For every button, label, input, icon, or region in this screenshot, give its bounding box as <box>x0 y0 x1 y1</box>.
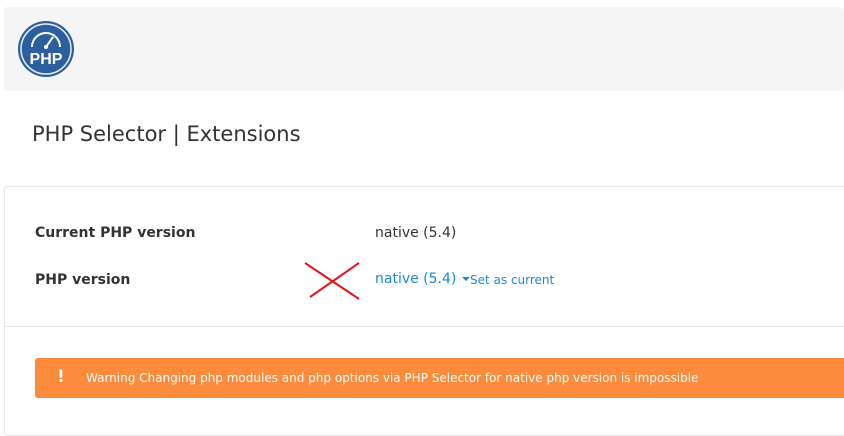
php-selector-panel: Current PHP version native (5.4) PHP ver… <box>4 186 844 436</box>
page-title: PHP Selector | Extensions <box>32 122 301 146</box>
header-bar: PHP <box>4 7 844 91</box>
warning-alert: ! Warning Changing php modules and php o… <box>35 358 844 398</box>
red-x-annotation-icon <box>304 262 360 300</box>
exclamation-icon: ! <box>57 367 65 387</box>
php-version-dropdown[interactable]: native (5.4) <box>375 271 471 287</box>
current-php-version-label: Current PHP version <box>35 225 196 241</box>
php-logo: PHP <box>18 21 74 77</box>
php-version-label: PHP version <box>35 272 131 288</box>
current-php-version-value: native (5.4) <box>375 225 457 241</box>
php-version-selected: native (5.4) <box>375 271 457 287</box>
set-as-current-link[interactable]: Set as current <box>470 273 554 287</box>
warning-text: Warning Changing php modules and php opt… <box>86 371 699 385</box>
logo-text: PHP <box>30 51 63 68</box>
divider <box>5 326 844 327</box>
